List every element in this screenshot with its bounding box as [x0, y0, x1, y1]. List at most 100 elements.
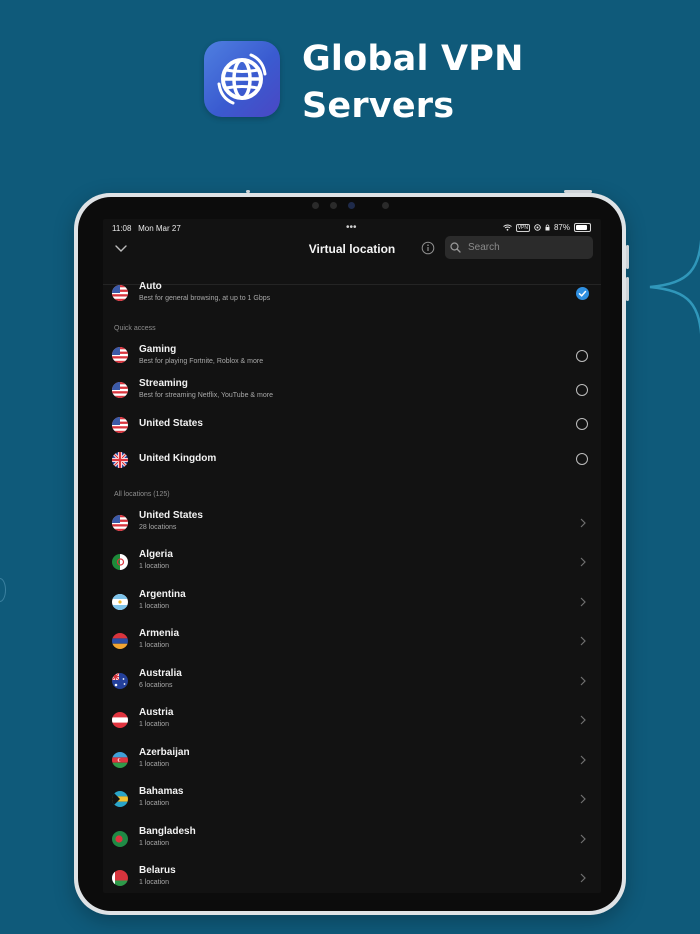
battery-icon: [574, 223, 591, 232]
row-title: Austria: [139, 707, 174, 718]
us-flag-icon: [112, 347, 128, 363]
location-row-austria[interactable]: Austria 1 location: [103, 703, 601, 737]
wifi-icon: [502, 224, 512, 231]
search-input[interactable]: [466, 241, 590, 254]
promo-title-line1: Global VPN: [302, 39, 524, 79]
quick-access-row-united-states[interactable]: United States: [103, 408, 601, 442]
search-field[interactable]: [445, 236, 593, 259]
row-subtitle: Best for streaming Netflix, YouTube & mo…: [139, 392, 273, 399]
location-icon: [534, 224, 541, 231]
nav-bar: Virtual location: [103, 236, 601, 285]
checkmark-icon[interactable]: [576, 287, 589, 300]
row-subtitle: 1 location: [139, 603, 169, 610]
status-date: Mon Mar 27: [138, 224, 181, 233]
globe-icon: [217, 53, 267, 105]
chevron-right-icon: [580, 755, 586, 765]
row-title: Azerbaijan: [139, 747, 190, 758]
row-subtitle: 1 location: [139, 563, 169, 570]
row-subtitle: 1 location: [139, 840, 169, 847]
location-row-algeria[interactable]: Algeria 1 location: [103, 545, 601, 579]
row-subtitle: 1 location: [139, 721, 169, 728]
tablet-frame: 11:08 Mon Mar 27 ••• VPN 87% Virtual loc…: [74, 190, 629, 915]
battery-percent: 87%: [553, 223, 570, 232]
radio-button[interactable]: [576, 453, 588, 465]
row-title: Algeria: [139, 549, 173, 560]
sparkle-decoration: [649, 239, 700, 335]
algeria-flag-icon: [112, 554, 128, 570]
camera-dot: [312, 202, 319, 209]
row-subtitle: 1 location: [139, 879, 169, 886]
quick-access-row-gaming[interactable]: Gaming Best for playing Fortnite, Roblox…: [103, 339, 601, 373]
bahamas-flag-icon: [112, 791, 128, 807]
quick-access-row-united-kingdom[interactable]: United Kingdom: [103, 443, 601, 477]
row-title: Argentina: [139, 589, 186, 600]
row-subtitle: 1 location: [139, 642, 169, 649]
row-title: Belarus: [139, 865, 176, 876]
location-row-azerbaijan[interactable]: Azerbaijan 1 location: [103, 743, 601, 777]
tablet-button: [564, 190, 592, 193]
chevron-right-icon: [580, 518, 586, 528]
chevron-right-icon: [580, 557, 586, 567]
row-title: United States: [139, 418, 203, 429]
tablet-button: [626, 277, 629, 301]
row-title: Bahamas: [139, 786, 184, 797]
azerbaijan-flag-icon: [112, 752, 128, 768]
tablet-button: [626, 245, 629, 269]
us-flag-icon: [112, 382, 128, 398]
camera-dot: [330, 202, 337, 209]
location-row-bangladesh[interactable]: Bangladesh 1 location: [103, 822, 601, 856]
location-row-australia[interactable]: Australia 6 locations: [103, 664, 601, 698]
radio-button[interactable]: [576, 350, 588, 362]
row-title: Auto: [139, 281, 162, 292]
row-title: Streaming: [139, 378, 188, 389]
uk-flag-icon: [112, 452, 128, 468]
location-row-auto[interactable]: Auto Best for general browsing, at up to…: [103, 277, 601, 311]
row-subtitle: 6 locations: [139, 682, 173, 689]
location-row-argentina[interactable]: Argentina 1 location: [103, 585, 601, 619]
tablet-bezel: 11:08 Mon Mar 27 ••• VPN 87% Virtual loc…: [78, 197, 622, 911]
quick-access-row-streaming[interactable]: Streaming Best for streaming Netflix, Yo…: [103, 374, 601, 408]
row-subtitle: 1 location: [139, 761, 169, 768]
promo-title-line2: Servers: [302, 86, 455, 126]
radio-button[interactable]: [576, 384, 588, 396]
row-title: United States: [139, 510, 203, 521]
status-time: 11:08 Mon Mar 27: [112, 224, 181, 233]
row-title: Bangladesh: [139, 826, 196, 837]
argentina-flag-icon: [112, 594, 128, 610]
chevron-right-icon: [580, 676, 586, 686]
app-screen: 11:08 Mon Mar 27 ••• VPN 87% Virtual loc…: [103, 219, 601, 893]
radio-button[interactable]: [576, 418, 588, 430]
vpn-badge: VPN: [515, 223, 530, 232]
row-title: Australia: [139, 668, 182, 679]
row-subtitle: Best for general browsing, at up to 1 Gb…: [139, 295, 271, 302]
info-icon[interactable]: [421, 241, 435, 255]
location-row-united-states[interactable]: United States 28 locations: [103, 506, 601, 540]
chevron-right-icon: [580, 794, 586, 804]
us-flag-icon: [112, 285, 128, 301]
location-row-bahamas[interactable]: Bahamas 1 location: [103, 782, 601, 816]
search-icon: [450, 242, 461, 253]
row-subtitle: 28 locations: [139, 524, 177, 531]
section-label-quick-access: Quick access: [114, 325, 156, 332]
us-flag-icon: [112, 417, 128, 433]
row-subtitle: Best for playing Fortnite, Roblox & more: [139, 358, 264, 365]
camera-dot: [348, 202, 355, 209]
multitasking-dots-icon[interactable]: •••: [346, 222, 357, 233]
location-row-belarus[interactable]: Belarus 1 location: [103, 861, 601, 893]
status-clock: 11:08: [112, 224, 132, 233]
armenia-flag-icon: [112, 633, 128, 649]
chevron-right-icon: [580, 834, 586, 844]
belarus-flag-icon: [112, 870, 128, 886]
chevron-right-icon: [580, 715, 586, 725]
chevron-right-icon: [580, 597, 586, 607]
location-row-armenia[interactable]: Armenia 1 location: [103, 624, 601, 658]
row-title: Armenia: [139, 628, 180, 639]
tablet-button: [246, 190, 250, 193]
promo-header: Global VPN Servers: [0, 0, 700, 170]
austria-flag-icon: [112, 712, 128, 728]
row-title: Gaming: [139, 344, 177, 355]
row-subtitle: 1 location: [139, 800, 169, 807]
bangladesh-flag-icon: [112, 831, 128, 847]
status-bar: 11:08 Mon Mar 27 ••• VPN 87%: [103, 219, 601, 237]
decoration-arc: [0, 578, 6, 602]
